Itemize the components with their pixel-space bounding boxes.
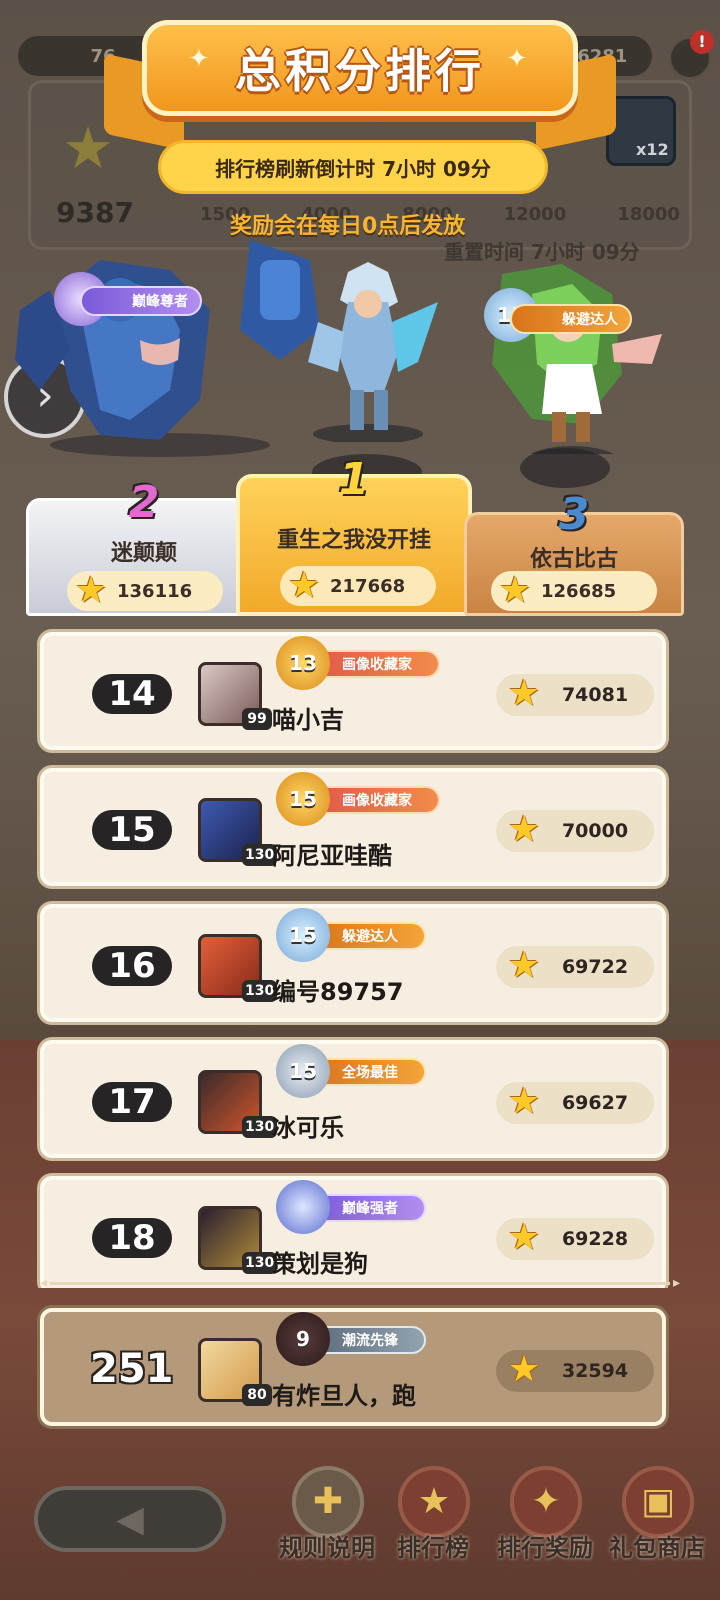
podium-rank-1[interactable]: 1 重生之我没开挂 217668 ★ [236,454,472,616]
podium-rank-3[interactable]: 3 依古比古 126685 ★ [464,489,684,616]
rank-number: 17 [92,1082,172,1122]
nav-leaderboard[interactable]: ★ 排行榜 [378,1466,488,1586]
rank3-character [462,244,672,482]
sparkle-icon: ✦ [188,44,210,74]
star-icon: ★ [507,1349,541,1390]
nav-rules[interactable]: ✚ 规则说明 [272,1466,382,1586]
nav-label: 排行奖励 [497,1534,593,1562]
list-item[interactable]: 17 130 全场最佳 15 冰可乐 69627 ★ [40,1040,666,1158]
podium-name: 依古比古 [529,547,618,572]
player-name: 喵小吉 [272,706,344,734]
chest-count: x12 [636,140,669,159]
star-icon: ★ [507,809,541,850]
star-icon: ★ [498,570,532,611]
notice-badge: ! [690,30,714,54]
player-name: 有炸旦人，跑 [272,1382,416,1410]
list-divider: ◂ ▸ [40,1276,680,1290]
nav-label: 礼包商店 [609,1534,705,1562]
star-icon: ★ [287,565,321,606]
badge-level-emblem [276,1180,330,1234]
podium-rank-number: 1 [338,454,370,505]
ranking-list[interactable]: 14 99 画像收藏家 13 喵小吉 74081 ★ 15 130 画像收藏家 … [36,622,684,1288]
podium-rank-number: 3 [558,489,590,540]
sparkle-icon: ✦ [506,44,528,74]
player-name: 冰可乐 [272,1114,344,1142]
star-icon: ★ [507,1081,541,1122]
podium-rank-number: 2 [128,477,160,528]
rank-number: 15 [92,810,172,850]
nav-shop[interactable]: ▣ 礼包商店 [602,1466,712,1586]
badge-level-emblem: 15 [276,908,330,962]
rank-number: 18 [92,1218,172,1258]
list-item[interactable]: 14 99 画像收藏家 13 喵小吉 74081 ★ [40,632,666,750]
my-rank-row[interactable]: 251 80 潮流先锋 9 有炸旦人，跑 32594 ★ [40,1308,666,1426]
star-icon: ★ [507,673,541,714]
rank3-title-tag: 躲避达人 [510,304,632,334]
podium-name: 迷颠颠 [110,541,177,566]
list-item[interactable]: 18 130 巅峰强者 策划是狗 69228 ★ [40,1176,666,1288]
divider-left-arrow: ◂ [40,1275,48,1291]
podium-name: 重生之我没开挂 [276,528,431,553]
divider-right-arrow: ▸ [672,1275,680,1291]
page-title: 总积分排行 [235,44,485,98]
rank2-title-tag: 巅峰尊者 [80,286,202,316]
divider-line [50,1282,670,1285]
player-name: 编号89757 [272,978,404,1006]
player-name: 策划是狗 [272,1250,368,1278]
rank-number: 14 [92,674,172,714]
badge-level-emblem: 13 [276,636,330,690]
player-level: 99 [242,708,272,730]
badge-level-emblem: 15 [276,772,330,826]
list-item[interactable]: 16 130 躲避达人 15 编号89757 69722 ★ [40,904,666,1022]
back-button[interactable]: ◀ [34,1486,226,1552]
back-arrow-icon: ◀ [116,1498,144,1540]
player-name: 阿尼亚哇酷 [272,842,392,870]
list-item[interactable]: 15 130 画像收藏家 15 阿尼亚哇酷 70000 ★ [40,768,666,886]
milestone-value: 18000 [617,204,680,225]
rank1-character [288,262,448,444]
badge-level-emblem: 9 [276,1312,330,1366]
podium-rank-2[interactable]: 2 迷颠颠 136116 ★ [26,477,262,616]
rank-number: 16 [92,946,172,986]
star-icon: ★ [507,945,541,986]
star-icon: ★ [74,570,108,611]
rank3-shadow [520,448,610,488]
my-rank-number: 251 [90,1346,174,1392]
player-level: 80 [242,1384,272,1406]
nav-rewards[interactable]: ✦ 排行奖励 [490,1466,600,1586]
refresh-countdown: 排行榜刷新倒计时 7小时 09分 [158,140,548,194]
milestone-value: 12000 [503,204,567,225]
rank2-character [10,220,330,460]
star-icon: ★ [507,1217,541,1258]
badge-level-emblem: 15 [276,1044,330,1098]
nav-label: 排行榜 [397,1534,469,1562]
